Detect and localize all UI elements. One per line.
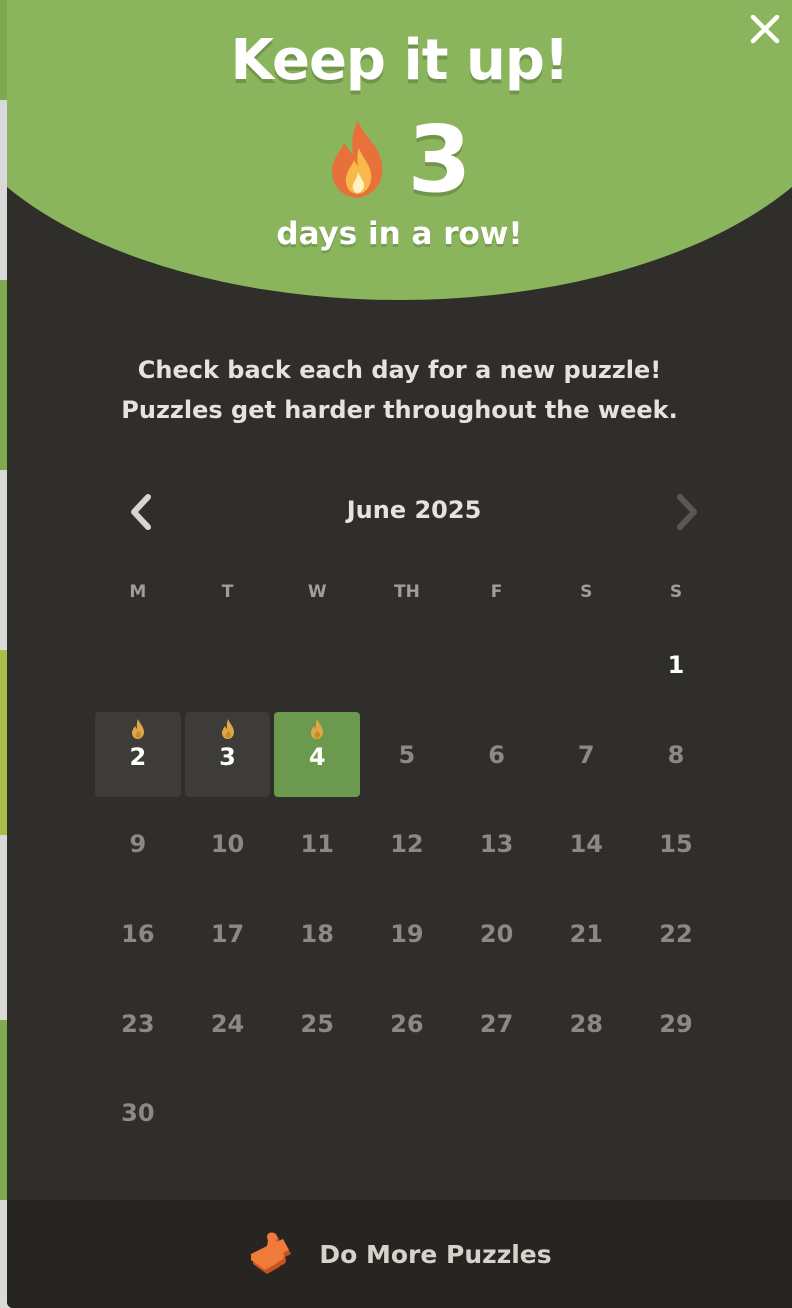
day-number: 9 (129, 830, 147, 859)
calendar-day: 20 (454, 891, 540, 977)
weekday-label: T (221, 582, 234, 602)
day-number: 15 (659, 830, 693, 859)
calendar-day: 21 (543, 891, 629, 977)
weekday-label: TH (393, 582, 420, 602)
calendar-day: 7 (543, 712, 629, 798)
calendar-day: 17 (185, 891, 271, 977)
puzzle-piece-icon (251, 1232, 292, 1274)
calendar-day: 8 (633, 712, 719, 798)
calendar-header: June 2025 (115, 488, 713, 536)
streak-count: 3 (407, 106, 472, 213)
day-number: 10 (210, 830, 245, 859)
day-number: 25 (300, 1009, 334, 1038)
calendar-day-today[interactable]: 4 (274, 711, 361, 798)
weekday-label: F (490, 582, 503, 602)
calendar-day: 26 (364, 981, 450, 1067)
day-number: 24 (210, 1009, 245, 1038)
calendar-day: 19 (364, 891, 450, 977)
weekday-label: S (580, 582, 593, 602)
day-number: 30 (121, 1099, 155, 1128)
calendar-day[interactable]: 1 (633, 622, 719, 708)
day-number: 26 (390, 1009, 424, 1038)
calendar-day: 29 (633, 981, 719, 1067)
headline: Keep it up! (230, 28, 570, 93)
day-number: 18 (300, 919, 334, 948)
empty-cell (93, 620, 183, 710)
calendar-day: 30 (95, 1070, 181, 1156)
day-number: 22 (659, 919, 693, 948)
calendar-day[interactable]: 3 (184, 711, 271, 798)
day-number: 19 (390, 919, 424, 948)
day-number: 29 (659, 1009, 693, 1038)
weekday-label: W (307, 582, 327, 602)
day-number: 7 (577, 740, 595, 769)
day-number: 13 (479, 830, 514, 859)
day-number: 28 (569, 1009, 603, 1038)
calendar-day: 22 (633, 891, 719, 977)
day-number: 2 (129, 742, 147, 771)
day-number: 17 (210, 919, 245, 948)
calendar-day: 15 (633, 801, 719, 887)
message-line: Puzzles get harder throughout the week. (121, 396, 678, 424)
do-more-puzzles-button[interactable]: Do More Puzzles (7, 1200, 792, 1308)
calendar-day: 13 (454, 801, 540, 887)
calendar-day: 23 (95, 981, 181, 1067)
weekday-header: M T W TH F S S (93, 582, 721, 602)
month-label: June 2025 (346, 496, 482, 524)
footer-label: Do More Puzzles (319, 1239, 552, 1269)
chevron-right-icon (677, 494, 697, 530)
next-month-button[interactable] (664, 490, 708, 534)
empty-cell (272, 620, 362, 710)
weekday-label: S (669, 582, 683, 602)
day-number: 1 (667, 650, 685, 679)
day-number: 11 (300, 830, 334, 859)
day-number: 5 (398, 740, 416, 769)
day-number: 23 (121, 1009, 155, 1038)
day-number: 27 (479, 1009, 514, 1038)
flame-icon (219, 718, 237, 740)
streak-caption: days in a row! (276, 216, 523, 252)
day-number: 6 (488, 740, 505, 769)
empty-cell (452, 620, 542, 710)
empty-cell (183, 620, 273, 710)
calendar-day: 6 (454, 712, 540, 798)
calendar-day: 11 (274, 801, 360, 887)
weekday-label: M (129, 582, 147, 602)
page: Keep it up! 3 days in a row! Check back … (0, 0, 792, 1308)
empty-cell (541, 620, 631, 710)
flame-icon (129, 718, 147, 740)
message-line: Check back each day for a new puzzle! (137, 356, 662, 384)
calendar-day: 5 (364, 712, 450, 798)
calendar-grid: 1 2 3 4 5 6 7 8 9 10 11 12 13 14 15 16 17 18 19 20 21 22 23 24 2… (93, 620, 721, 1158)
calendar-day: 27 (454, 981, 540, 1067)
info-message: Check back each day for a new puzzle! Pu… (7, 350, 792, 430)
day-number: 3 (219, 742, 236, 771)
calendar-day: 18 (274, 891, 360, 977)
calendar-day: 9 (95, 801, 181, 887)
calendar-day: 16 (95, 891, 181, 977)
flame-icon (332, 120, 383, 198)
calendar-day: 10 (185, 801, 271, 887)
day-number: 14 (569, 830, 603, 859)
streak-counter: 3 (7, 110, 792, 210)
calendar-day: 12 (364, 801, 450, 887)
calendar-day[interactable]: 2 (95, 711, 181, 798)
calendar-day: 28 (543, 981, 629, 1067)
day-number: 16 (121, 919, 155, 948)
empty-cell (362, 620, 452, 710)
streak-modal: Keep it up! 3 days in a row! Check back … (7, 0, 792, 1308)
flame-icon (308, 718, 326, 740)
day-number: 21 (569, 919, 603, 948)
calendar-day: 25 (274, 981, 360, 1067)
day-number: 4 (308, 742, 326, 771)
calendar-day: 14 (543, 801, 629, 887)
calendar-day: 24 (185, 981, 271, 1067)
day-number: 20 (479, 919, 514, 948)
day-number: 12 (390, 830, 424, 859)
day-number: 8 (667, 740, 685, 769)
